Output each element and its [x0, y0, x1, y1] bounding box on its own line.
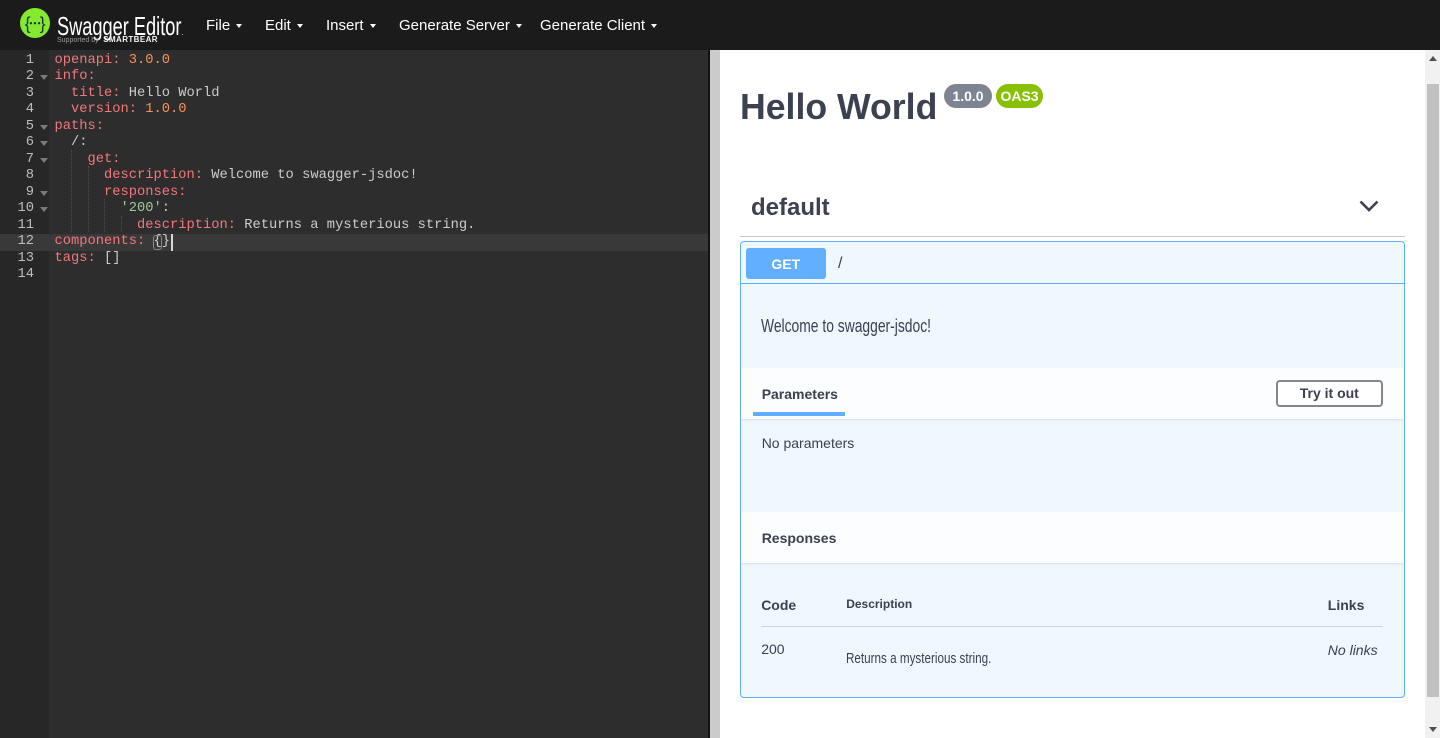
svg-text:}: } [40, 13, 46, 33]
